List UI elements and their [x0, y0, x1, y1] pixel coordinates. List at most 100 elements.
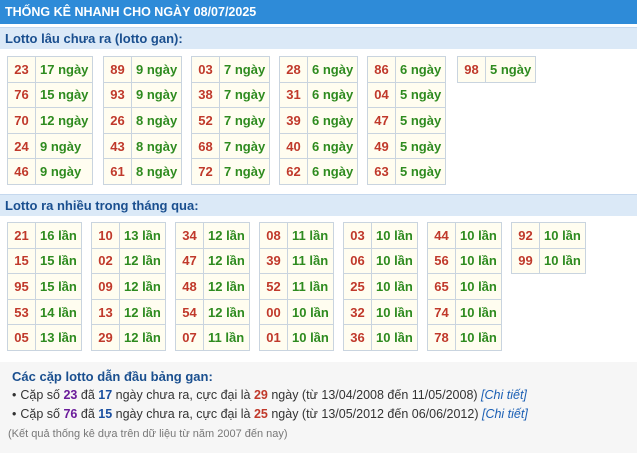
lotto-count: 7 ngày [218, 158, 271, 185]
lotto-number: 28 [279, 56, 308, 83]
gan_section-group: 23 17 ngày 76 15 ngày 70 12 ngày 24 9 ngày 46 9 n… [7, 56, 94, 185]
table-row: 98 5 ngày [457, 56, 537, 83]
table-row: 46 9 ngày [7, 158, 94, 185]
lotto-count: 10 lần [539, 222, 586, 249]
lotto-count: 10 lần [455, 273, 502, 300]
lotto-count: 14 lần [35, 298, 82, 326]
lotto-count: 12 lần [119, 273, 166, 300]
lotto-count: 10 lần [455, 247, 502, 275]
pair-number: 23 [63, 388, 78, 402]
lotto-number: 47 [367, 107, 396, 134]
text: ngày chưa ra, cực đại là [112, 388, 254, 402]
lotto-number: 13 [91, 298, 120, 326]
lotto-number: 09 [91, 273, 120, 300]
lotto-count: 13 lần [119, 222, 166, 249]
lotto-count: 10 lần [371, 247, 418, 275]
lotto-number: 10 [91, 222, 120, 249]
table-row: 39 11 lần [259, 247, 334, 275]
lotto-number: 29 [91, 324, 120, 351]
lotto-count: 6 ngày [306, 107, 359, 134]
lotto-count: 10 lần [287, 324, 334, 351]
table-row: 54 12 lần [175, 298, 250, 326]
lotto-count: 12 lần [203, 222, 250, 249]
lotto-number: 65 [427, 273, 456, 300]
lotto-number: 40 [279, 132, 308, 160]
lotto-number: 47 [175, 247, 204, 275]
detail-link[interactable]: [Chi tiết] [481, 388, 527, 402]
lotto-count: 5 ngày [484, 56, 537, 83]
lotto-number: 25 [343, 273, 372, 300]
lotto-count: 12 lần [203, 247, 250, 275]
lotto-count: 15 lần [35, 247, 82, 275]
table-row: 03 7 ngày [191, 56, 271, 83]
lotto-number: 70 [7, 107, 36, 134]
lotto-number: 39 [259, 247, 288, 275]
lotto-number: 15 [7, 247, 36, 275]
table-row: 32 10 lần [343, 298, 418, 326]
text: ngày (từ 13/04/2008 đến 11/05/2008) [267, 388, 482, 402]
lotto-number: 04 [367, 81, 396, 109]
lotto-number: 36 [343, 324, 372, 351]
table-row: 48 12 lần [175, 273, 250, 300]
table-row: 78 10 lần [427, 324, 502, 351]
pair-number: 76 [63, 407, 78, 421]
table-row: 70 12 ngày [7, 107, 94, 134]
lotto-count: 6 ngày [394, 56, 447, 83]
gan_section-group: 98 5 ngày [457, 56, 537, 83]
max-days: 25 [253, 407, 268, 421]
lotto-number: 48 [175, 273, 204, 300]
lotto-count: 11 lần [287, 247, 334, 275]
table-row: 65 10 lần [427, 273, 502, 300]
lotto-count: 5 ngày [394, 158, 447, 185]
table-row: 10 13 lần [91, 222, 166, 249]
lotto-count: 5 ngày [394, 81, 447, 109]
summary-heading: Các cặp lotto dẫn đầu bảng gan: [12, 369, 213, 384]
lotto-number: 31 [279, 81, 308, 109]
lotto-count: 10 lần [371, 324, 418, 351]
lotto-number: 93 [103, 81, 132, 109]
table-row: 06 10 lần [343, 247, 418, 275]
table-row: 47 12 lần [175, 247, 250, 275]
lotto-number: 46 [7, 158, 36, 185]
summary-line-1: • Cặp số 23 đã 17 ngày chưa ra, cực đại l… [12, 388, 527, 402]
lotto-number: 02 [91, 247, 120, 275]
table-row: 02 12 lần [91, 247, 166, 275]
frequent_section-group: 44 10 lần 56 10 lần 65 10 lần 74 10 lần 78 10 lần [427, 222, 502, 351]
lotto-number: 99 [511, 247, 540, 275]
frequent_section-group: 21 16 lần 15 15 lần 95 15 lần 53 14 lần 05 13 lần [7, 222, 82, 351]
table-row: 07 11 lần [175, 324, 250, 351]
lotto-count: 6 ngày [306, 81, 359, 109]
summary-line-2: • Cặp số 76 đã 15 ngày chưa ra, cực đại l… [12, 407, 528, 421]
lotto-number: 76 [7, 81, 36, 109]
lotto-count: 12 lần [203, 298, 250, 326]
lotto-count: 9 ngày [130, 56, 183, 83]
days-count: 15 [98, 407, 113, 421]
lotto-count: 6 ngày [306, 158, 359, 185]
text: ngày (từ 13/05/2012 đến 06/06/2012) [267, 407, 482, 421]
lotto-number: 68 [191, 132, 220, 160]
text: đã [77, 388, 99, 402]
table-row: 72 7 ngày [191, 158, 271, 185]
page-title: THỐNG KÊ NHANH CHO NGÀY 08/07/2025 [0, 0, 637, 24]
lotto-count: 8 ngày [130, 107, 183, 134]
lotto-count: 9 ngày [34, 132, 94, 160]
table-row: 40 6 ngày [279, 132, 359, 160]
detail-link[interactable]: [Chi tiết] [482, 407, 528, 421]
lotto-number: 78 [427, 324, 456, 351]
lotto-number: 86 [367, 56, 396, 83]
lotto-number: 34 [175, 222, 204, 249]
lotto-count: 10 lần [371, 273, 418, 300]
table-row: 34 12 lần [175, 222, 250, 249]
lotto-count: 10 lần [539, 247, 586, 275]
lotto-number: 92 [511, 222, 540, 249]
table-row: 03 10 lần [343, 222, 418, 249]
table-row: 21 16 lần [7, 222, 82, 249]
table-row: 99 10 lần [511, 247, 586, 275]
gan_section-group: 89 9 ngày 93 9 ngày 26 8 ngày 43 8 ngày 61 8 ngày [103, 56, 183, 185]
lotto-count: 11 lần [287, 222, 334, 249]
lotto-number: 38 [191, 81, 220, 109]
table-row: 52 7 ngày [191, 107, 271, 134]
table-row: 49 5 ngày [367, 132, 447, 160]
gan_section-group: 86 6 ngày 04 5 ngày 47 5 ngày 49 5 ngày 63 5 ngày [367, 56, 447, 185]
table-row: 61 8 ngày [103, 158, 183, 185]
